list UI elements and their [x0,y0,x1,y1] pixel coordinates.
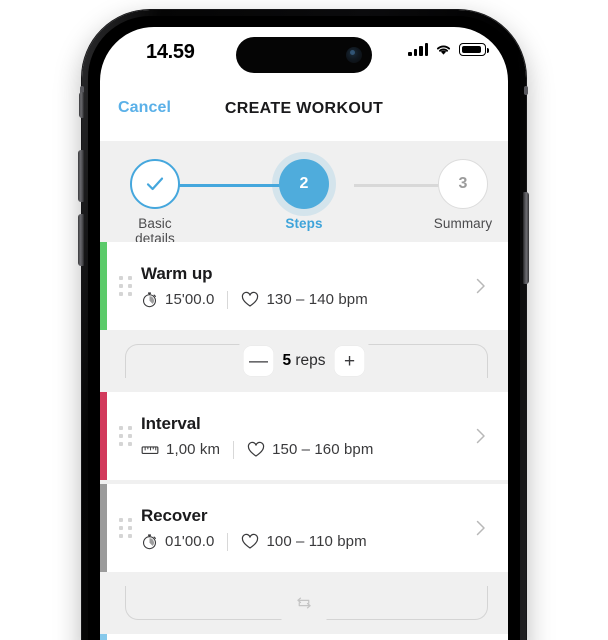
step-distance: 1,00 km [141,441,220,458]
step-heart-rate-value: 150 – 160 bpm [272,441,374,458]
step-color-bar [100,392,107,480]
repetition-connector-bottom [100,572,508,634]
silent-switch-button[interactable] [79,92,84,118]
repetition-connector-top: — 5 reps + [100,330,508,392]
step-duration-value: 01'00.0 [165,533,215,550]
drag-handle-icon[interactable] [119,426,132,446]
reps-unit: reps [295,352,326,369]
stopwatch-icon [142,534,157,550]
step-duration-value: 15'00.0 [165,291,215,308]
dynamic-island [236,37,372,73]
ruler-icon [141,445,159,454]
metric-separator [227,532,229,551]
status-bar-time: 14.59 [146,41,195,63]
heart-icon [247,441,265,457]
heart-icon [242,533,259,549]
volume-down-button[interactable] [78,214,84,266]
repeat-loop-control[interactable] [281,586,327,620]
stepper-item-basic-details[interactable]: Basic details [118,159,192,246]
cellular-signal-icon [408,43,428,56]
step-color-bar [100,242,107,330]
step-metrics: 1,00 km 150 – 160 bpm [141,440,373,459]
workout-steps-list: Warm up 15'00.0 130 – 140 bpm — 5 reps +… [100,242,508,640]
stepper-circle-completed [130,159,180,209]
drag-handle-icon[interactable] [119,518,132,538]
reps-value-label: 5 reps [273,352,334,370]
step-title: Warm up [141,263,213,283]
navigation-bar: Cancel CREATE WORKOUT [100,83,508,141]
stopwatch-icon [142,292,157,308]
step-metrics: 15'00.0 130 – 140 bpm [141,290,368,309]
chevron-right-icon[interactable] [476,520,486,536]
reps-increment-button[interactable]: + [334,346,365,376]
stepper-item-summary[interactable]: 3 Summary [426,159,500,231]
drag-handle-icon[interactable] [119,276,132,296]
stepper-item-steps[interactable]: 2 Steps [267,159,341,231]
stepper-circle-active: 2 [279,159,329,209]
screenshot-canvas: 14.59 Cancel CREATE WORKOUT Basic detail… [0,0,608,640]
volume-up-button[interactable] [78,150,84,202]
step-duration: 15'00.0 [141,291,214,308]
status-bar: 14.59 [100,27,508,83]
battery-icon [459,43,489,56]
step-heart-rate: 130 – 140 bpm [241,291,368,308]
check-icon [146,177,164,191]
metric-separator [227,290,229,309]
step-title: Recover [141,505,208,525]
step-color-bar [100,484,107,572]
workout-step-row-recover[interactable]: Recover 01'00.0 100 – 110 bpm [100,484,508,572]
progress-stepper: Basic details 2 Steps 3 Summary [100,141,508,246]
phone-screen: 14.59 Cancel CREATE WORKOUT Basic detail… [100,27,508,640]
power-button[interactable] [523,192,529,284]
step-heart-rate: 150 – 160 bpm [247,441,373,458]
step-title: Interval [141,413,201,433]
status-bar-icons [408,43,489,56]
reps-count: 5 [282,352,292,369]
stepper-label-steps: Steps [285,216,323,231]
step-distance-value: 1,00 km [166,441,221,458]
metric-separator [233,440,235,459]
workout-step-row-warm-up[interactable]: Warm up 15'00.0 130 – 140 bpm [100,242,508,330]
repeat-icon[interactable] [285,595,323,611]
front-camera-icon [346,47,362,63]
heart-icon [242,291,259,307]
reps-decrement-button[interactable]: — [243,346,274,376]
stepper-circle-upcoming: 3 [438,159,488,209]
reps-stepper: — 5 reps + [239,344,369,378]
frame-antenna-line-right [524,86,528,95]
step-heart-rate: 100 – 110 bpm [241,533,367,550]
step-duration: 01'00.0 [141,533,214,550]
chevron-right-icon[interactable] [476,278,486,294]
workout-step-row-interval[interactable]: Interval 1,00 km 150 – 160 bpm [100,392,508,480]
stepper-label-summary: Summary [433,216,493,231]
step-metrics: 01'00.0 100 – 110 bpm [141,532,367,551]
step-content: Interval 1,00 km 150 – 160 bpm [141,414,373,459]
step-content: Warm up 15'00.0 130 – 140 bpm [141,264,368,309]
step-heart-rate-value: 100 – 110 bpm [266,533,367,550]
chevron-right-icon[interactable] [476,428,486,444]
step-content: Recover 01'00.0 100 – 110 bpm [141,506,367,551]
step-heart-rate-value: 130 – 140 bpm [266,291,368,308]
page-title: CREATE WORKOUT [224,100,384,117]
workout-step-row-cool-down[interactable]: Cool down 15'00.0 [100,634,508,640]
wifi-icon [435,43,452,56]
step-color-bar [100,634,107,640]
